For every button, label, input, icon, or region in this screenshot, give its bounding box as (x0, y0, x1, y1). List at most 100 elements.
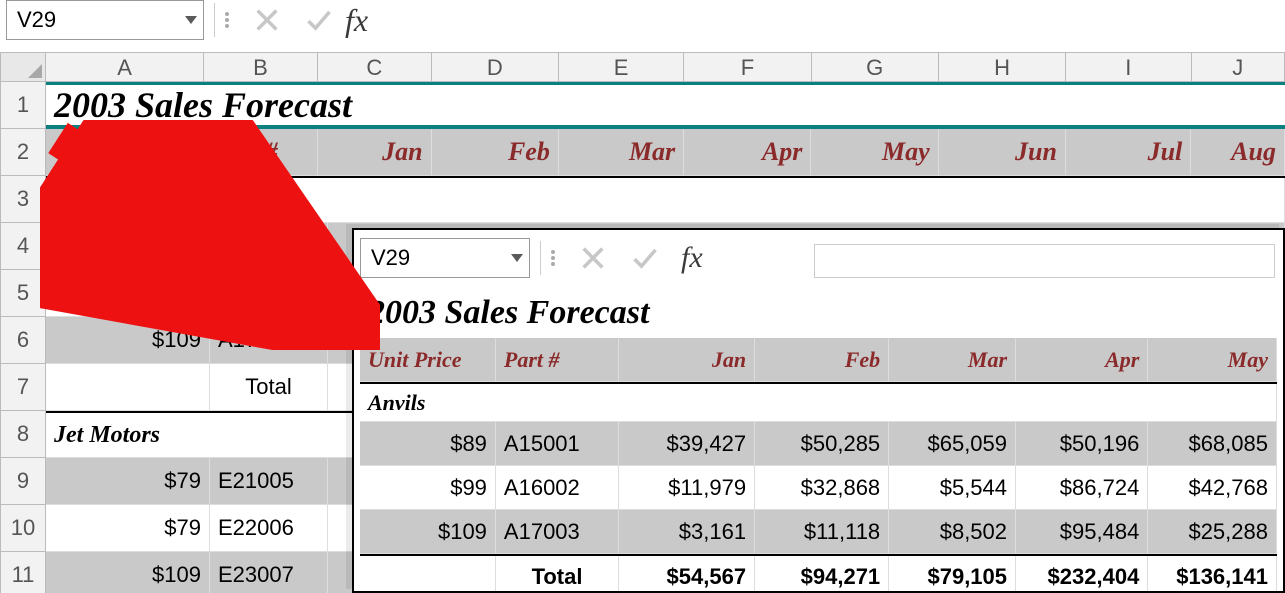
cell-price[interactable]: $99 (46, 270, 210, 317)
hdr-month[interactable]: Apr (1016, 338, 1148, 382)
fx-icon[interactable]: fx (681, 241, 703, 275)
header-month[interactable]: Aug (1191, 129, 1285, 176)
header-month[interactable]: Jan (318, 129, 432, 176)
row-header[interactable]: 8 (1, 411, 46, 458)
row-header[interactable]: 1 (1, 82, 46, 129)
header-month[interactable]: Feb (432, 129, 559, 176)
total-label[interactable]: Total (496, 556, 619, 591)
header-month[interactable]: Mar (559, 129, 684, 176)
name-box[interactable]: V29 (6, 0, 204, 40)
cell-val[interactable]: $25,288 (1148, 510, 1277, 554)
col-header[interactable]: H (939, 53, 1066, 83)
chevron-down-icon[interactable] (511, 254, 523, 262)
cell-part[interactable]: E22006 (210, 505, 328, 552)
cell-val[interactable]: $8,502 (889, 510, 1016, 554)
hdr-month[interactable]: Jan (619, 338, 755, 382)
cell-price[interactable]: $79 (46, 505, 210, 552)
cell-val[interactable]: $42,768 (1148, 466, 1277, 510)
cell-part[interactable]: A15001 (210, 223, 328, 270)
cell-val[interactable]: $39,427 (619, 422, 755, 466)
cell-price[interactable]: $99 (360, 466, 496, 510)
col-header[interactable]: G (812, 53, 939, 83)
name-box-text: V29 (17, 7, 56, 33)
cell-part[interactable]: A16002 (496, 466, 619, 510)
row-header[interactable]: 11 (1, 552, 46, 593)
total-val[interactable]: $232,404 (1016, 556, 1148, 591)
cell-val[interactable]: $68,085 (1148, 422, 1277, 466)
cell[interactable] (360, 556, 496, 591)
row-header[interactable]: 9 (1, 458, 46, 505)
separator (214, 3, 215, 37)
col-header[interactable]: I (1066, 53, 1191, 83)
header-unit-price[interactable]: Unit Price (46, 129, 204, 176)
cell-price[interactable]: $109 (46, 317, 210, 364)
inset-title[interactable]: 2003 Sales Forecast (360, 288, 1277, 338)
cell-price[interactable]: $79 (46, 458, 210, 505)
header-month[interactable]: May (811, 129, 938, 176)
total-val[interactable]: $94,271 (755, 556, 889, 591)
cell-val[interactable]: $3,161 (619, 510, 755, 554)
row-header[interactable]: 3 (1, 176, 46, 223)
section-label[interactable]: Anvils (360, 384, 1277, 422)
col-header[interactable]: F (684, 53, 811, 83)
cell-part[interactable]: A16002 (210, 270, 328, 317)
formula-bar: V29 fx (6, 0, 476, 42)
row-header[interactable]: 6 (1, 317, 46, 364)
section-label[interactable]: Anvils (46, 178, 1285, 223)
total-val[interactable]: $136,141 (1148, 556, 1277, 591)
cell-part[interactable]: A17003 (210, 317, 328, 364)
sheet-title[interactable]: 2003 Sales Forecast (46, 82, 1285, 129)
total-val[interactable]: $54,567 (619, 556, 755, 591)
row-header[interactable]: 10 (1, 505, 46, 552)
cancel-icon[interactable] (253, 6, 281, 34)
confirm-icon[interactable] (631, 244, 659, 272)
cell-price[interactable]: $89 (360, 422, 496, 466)
cell-part[interactable]: E23007 (210, 552, 328, 593)
header-part[interactable]: Part # (204, 129, 318, 176)
cell-val[interactable]: $32,868 (755, 466, 889, 510)
hdr-month[interactable]: May (1148, 338, 1277, 382)
cell-part[interactable]: E21005 (210, 458, 328, 505)
col-header[interactable]: D (432, 53, 559, 83)
select-all-corner[interactable] (0, 52, 46, 82)
hdr-month[interactable]: Feb (755, 338, 889, 382)
cell[interactable] (46, 364, 210, 411)
row-header[interactable]: 7 (1, 364, 46, 411)
hdr-unit-price[interactable]: Unit Price (360, 338, 496, 382)
row-header[interactable]: 4 (1, 223, 46, 270)
cell-val[interactable]: $95,484 (1016, 510, 1148, 554)
inset-formula-input[interactable] (814, 244, 1275, 278)
cell-part[interactable]: A15001 (496, 422, 619, 466)
hdr-month[interactable]: Mar (889, 338, 1016, 382)
col-header[interactable]: E (559, 53, 684, 83)
cell-val[interactable]: $86,724 (1016, 466, 1148, 510)
cell-price[interactable]: $109 (360, 510, 496, 554)
total-val[interactable]: $79,105 (889, 556, 1016, 591)
hdr-part[interactable]: Part # (496, 338, 619, 382)
cell-val[interactable]: $11,118 (755, 510, 889, 554)
chevron-down-icon[interactable] (185, 16, 197, 24)
cell-val[interactable]: $50,196 (1016, 422, 1148, 466)
header-month[interactable]: Jul (1066, 129, 1191, 176)
cell-price[interactable]: $89 (46, 223, 210, 270)
inset-spreadsheet: V29 fx 2003 Sales Forecast Unit Price Pa… (352, 228, 1285, 593)
cancel-icon[interactable] (579, 244, 607, 272)
col-header[interactable]: B (204, 53, 318, 83)
header-month[interactable]: Apr (684, 129, 811, 176)
col-header[interactable]: J (1192, 53, 1285, 83)
cell-part[interactable]: A17003 (496, 510, 619, 554)
inset-name-box[interactable]: V29 (360, 238, 530, 278)
row-header[interactable]: 5 (1, 270, 46, 317)
cell-val[interactable]: $11,979 (619, 466, 755, 510)
row-header[interactable]: 2 (1, 129, 46, 176)
cell-val[interactable]: $65,059 (889, 422, 1016, 466)
col-header[interactable]: C (318, 53, 432, 83)
col-header[interactable]: A (46, 53, 204, 83)
header-month[interactable]: Jun (939, 129, 1066, 176)
cell-price[interactable]: $109 (46, 552, 210, 593)
cell-val[interactable]: $5,544 (889, 466, 1016, 510)
confirm-icon[interactable] (305, 6, 333, 34)
total-label[interactable]: Total (210, 364, 328, 411)
fx-icon[interactable]: fx (345, 2, 368, 39)
cell-val[interactable]: $50,285 (755, 422, 889, 466)
